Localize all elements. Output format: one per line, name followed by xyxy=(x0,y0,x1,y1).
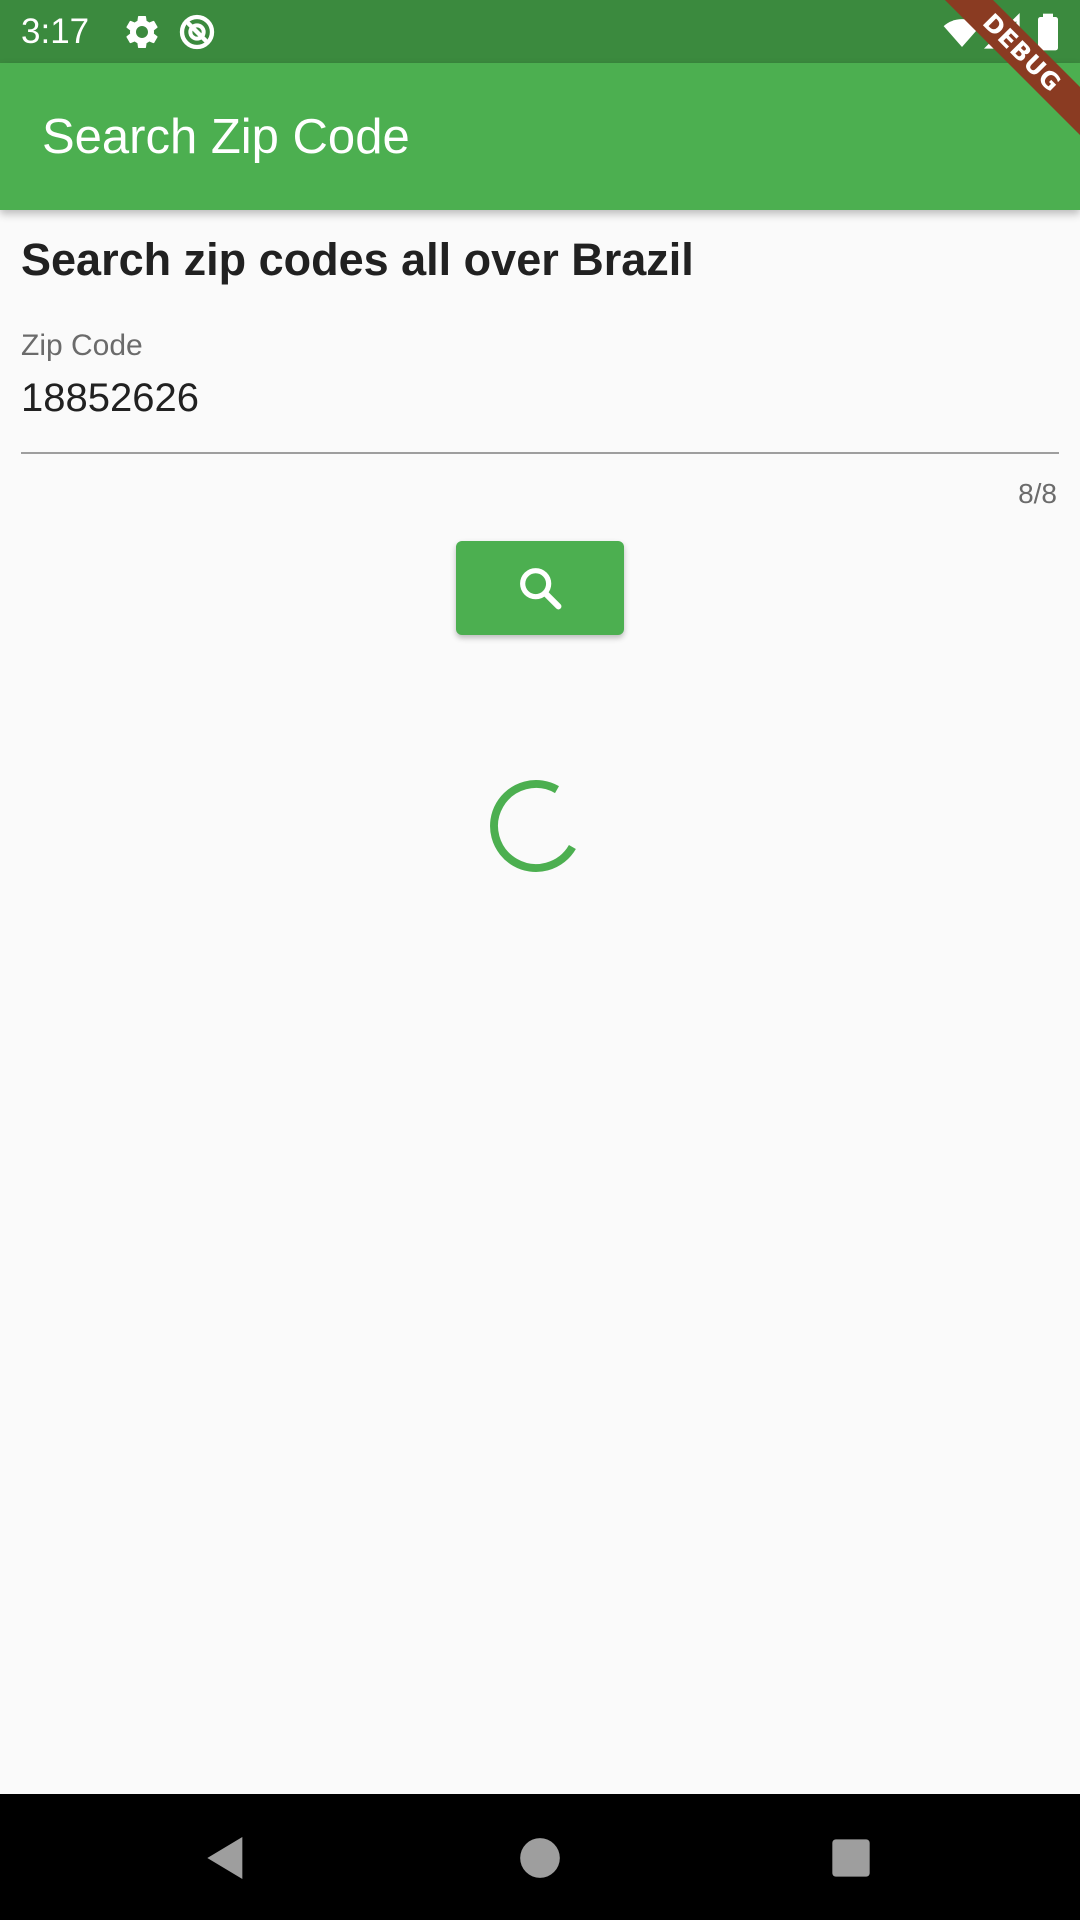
status-time: 3:17 xyxy=(21,12,90,51)
zip-code-input[interactable]: 18852626 xyxy=(21,373,199,423)
character-counter: 8/8 xyxy=(1018,478,1057,509)
status-bar: 3:17 xyxy=(0,0,1080,63)
gear-icon xyxy=(126,15,158,48)
zip-code-label: Zip Code xyxy=(21,329,143,362)
page-heading: Search zip codes all over Brazil xyxy=(21,234,694,285)
app-bar-title: Search Zip Code xyxy=(42,110,410,164)
app-bar: Search Zip Code xyxy=(0,63,1080,210)
debug-banner: DEBUG xyxy=(930,0,1080,150)
zip-code-underline xyxy=(21,452,1059,454)
system-nav-bar xyxy=(0,1794,1080,1920)
back-icon[interactable] xyxy=(198,1830,254,1886)
home-icon[interactable] xyxy=(512,1830,568,1886)
recents-icon[interactable] xyxy=(823,1830,879,1886)
search-icon xyxy=(520,568,562,610)
search-button[interactable] xyxy=(456,541,624,635)
app-screen: 3:17 DEBUG Search Zip Code Search zip co… xyxy=(0,0,1080,1920)
progress-spinner xyxy=(490,780,576,872)
debug-banner-label: DEBUG xyxy=(930,0,1080,150)
data-saver-icon xyxy=(179,14,215,50)
